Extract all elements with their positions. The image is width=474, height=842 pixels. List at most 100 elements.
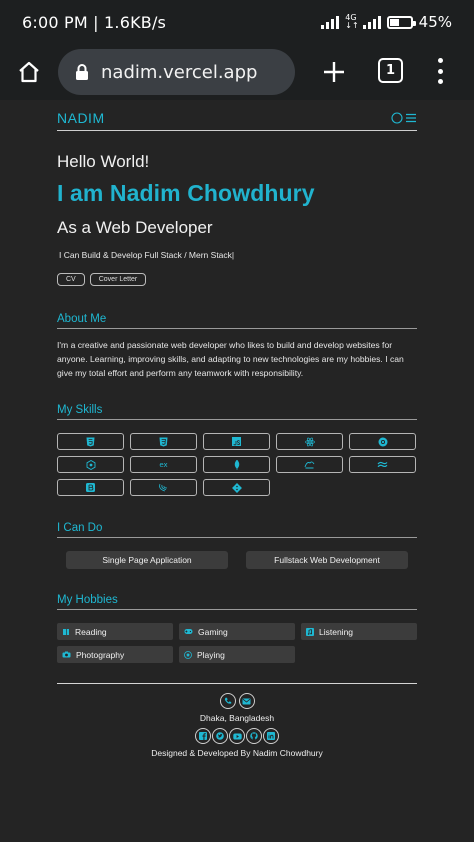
skill-redux xyxy=(349,433,416,450)
youtube-link[interactable] xyxy=(229,728,245,744)
skill-express: ex xyxy=(130,456,197,473)
about-title: About Me xyxy=(57,313,417,329)
skill-mongodb xyxy=(203,456,270,473)
cover-letter-button[interactable]: Cover Letter xyxy=(89,273,147,286)
music-icon xyxy=(306,627,314,636)
skill-nodejs xyxy=(57,456,124,473)
javascript-icon xyxy=(232,437,241,446)
signal-icon-2 xyxy=(362,15,381,29)
site-brand[interactable]: NADIM xyxy=(57,110,105,126)
skill-firebase xyxy=(276,456,343,473)
skill-tailwind xyxy=(349,456,416,473)
more-menu-button[interactable] xyxy=(430,56,450,86)
react-icon xyxy=(304,437,315,446)
url-text: nadim.vercel.app xyxy=(101,61,258,83)
footer-divider xyxy=(57,683,417,684)
redux-icon xyxy=(378,437,387,446)
hobby-photography: Photography xyxy=(57,646,173,663)
hobby-playing: Playing xyxy=(179,646,295,663)
skill-javascript xyxy=(203,433,270,450)
skill-git xyxy=(203,479,270,496)
battery-percent: 45% xyxy=(418,13,452,31)
twitter-link[interactable] xyxy=(212,728,228,744)
hobby-label: Playing xyxy=(197,649,225,660)
git-icon xyxy=(231,482,242,493)
linkedin-icon xyxy=(267,732,275,740)
can-do-fullstack: Fullstack Web Development xyxy=(246,551,408,569)
can-do-spa: Single Page Application xyxy=(66,551,228,569)
firebase-icon xyxy=(304,461,315,469)
twitter-icon xyxy=(216,732,224,740)
github-link[interactable] xyxy=(246,728,262,744)
hero-name: I am Nadim Chowdhury xyxy=(57,180,315,206)
can-do-list: Single Page Application Fullstack Web De… xyxy=(66,551,408,569)
battery-icon xyxy=(386,15,416,29)
hero-typed-text: I Can Build & Develop Full Stack / Mern … xyxy=(59,250,235,260)
youtube-icon xyxy=(232,733,242,739)
skill-react xyxy=(276,433,343,450)
hobby-label: Reading xyxy=(75,626,107,637)
nodejs-icon xyxy=(86,459,95,470)
facebook-icon xyxy=(199,732,207,740)
linkedin-link[interactable] xyxy=(263,728,279,744)
hero-greeting: Hello World! xyxy=(57,152,150,171)
css3-icon xyxy=(159,437,168,446)
lock-icon xyxy=(76,63,88,80)
can-do-title: I Can Do xyxy=(57,522,417,538)
ball-icon xyxy=(184,650,192,659)
hobby-label: Gaming xyxy=(198,626,228,637)
mongodb-icon xyxy=(234,459,239,470)
hobby-reading: Reading xyxy=(57,623,173,640)
skill-jquery xyxy=(130,479,197,496)
plus-icon xyxy=(324,62,344,82)
hobby-label: Photography xyxy=(76,649,125,660)
hobby-listening: Listening xyxy=(301,623,417,640)
footer-contact-links xyxy=(57,693,417,709)
home-button[interactable] xyxy=(0,44,58,100)
hero-role: As a Web Developer xyxy=(57,218,213,237)
github-icon xyxy=(250,732,258,740)
gamepad-icon xyxy=(184,629,193,634)
footer-location: Dhaka, Bangladesh xyxy=(199,713,275,723)
hero-buttons: CV Cover Letter xyxy=(57,273,417,286)
hobbies-grid: Reading Gaming Listening Photography Pla… xyxy=(57,623,417,663)
address-bar[interactable]: nadim.vercel.app xyxy=(58,49,295,95)
signal-icon xyxy=(321,15,340,29)
footer-social-links xyxy=(57,728,417,744)
site-navbar: NADIM xyxy=(57,105,417,131)
status-time: 6:00 PM | 1.6KB/s xyxy=(22,12,167,32)
home-icon xyxy=(19,61,39,83)
email-link[interactable] xyxy=(238,693,255,709)
skill-bootstrap xyxy=(57,479,124,496)
jquery-icon xyxy=(159,483,168,492)
express-icon: ex xyxy=(159,460,168,469)
camera-icon xyxy=(62,651,71,658)
hobby-label: Listening xyxy=(319,626,354,637)
email-icon xyxy=(242,698,251,704)
status-icons: 4G ↓↑ 45% xyxy=(321,13,452,31)
new-tab-button[interactable] xyxy=(316,50,352,94)
skills-grid: ex xyxy=(57,433,417,496)
hobbies-title: My Hobbies xyxy=(57,594,417,610)
footer-credit: Designed & Developed By Nadim Chowdhury xyxy=(151,748,323,758)
cv-button[interactable]: CV xyxy=(57,273,85,286)
facebook-link[interactable] xyxy=(195,728,211,744)
skills-title: My Skills xyxy=(57,404,417,420)
browser-toolbar: nadim.vercel.app 1 xyxy=(0,44,474,100)
theme-toggle-icon[interactable] xyxy=(391,111,403,124)
phone-link[interactable] xyxy=(219,693,236,709)
web-page: NADIM Hello World! I am Nadim Chowdhury … xyxy=(0,100,474,842)
tab-count: 1 xyxy=(385,63,396,78)
status-bar: 6:00 PM | 1.6KB/s 4G ↓↑ 45% xyxy=(0,0,474,44)
network-type: 4G ↓↑ xyxy=(345,13,359,30)
tabs-button[interactable]: 1 xyxy=(378,58,403,83)
tailwind-icon xyxy=(377,461,388,468)
hobby-gaming: Gaming xyxy=(179,623,295,640)
html5-icon xyxy=(86,437,95,446)
skill-css xyxy=(130,433,197,450)
about-text: I'm a creative and passionate web develo… xyxy=(57,340,404,378)
phone-icon xyxy=(224,697,231,704)
hamburger-icon[interactable] xyxy=(405,112,417,124)
skill-html xyxy=(57,433,124,450)
bootstrap-icon xyxy=(86,483,95,492)
